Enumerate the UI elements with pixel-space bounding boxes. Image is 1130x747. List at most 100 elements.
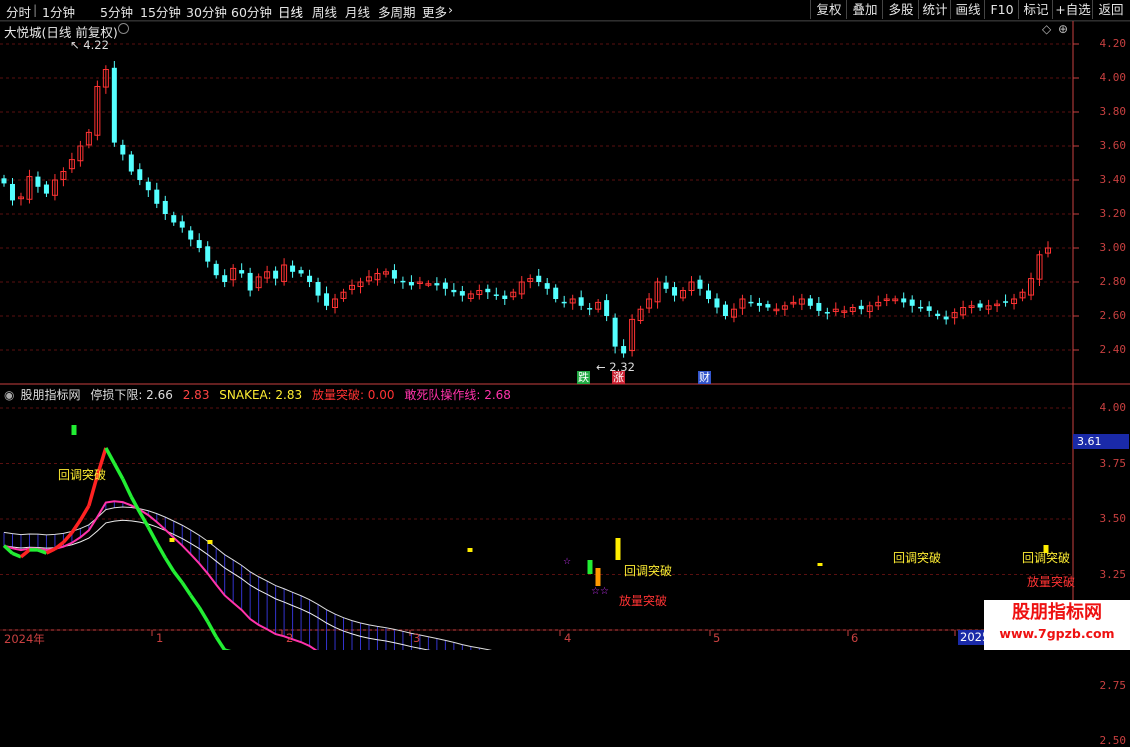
snake-line-segment [123,479,131,497]
candle-body-down [10,184,15,200]
snake-line-segment [182,583,190,596]
high-price-label: ↖ 4.22 [70,38,109,52]
star-icon: ☆ [563,557,571,567]
candle-body-down [918,307,923,309]
price-tick-label: 4.20 [1100,37,1127,50]
snake-line-segment [165,558,173,572]
pullback-breakout-label-4: 回调突破 [1022,549,1070,566]
diamond-icon[interactable]: ◇ [1042,22,1051,36]
date-label-month: 5 [713,631,720,645]
candle-body-down [553,288,558,299]
volume-breakout-value: 放量突破: 0.00 [312,388,395,402]
candle-body-down [434,283,439,285]
candle-body-down [935,314,940,316]
indicator-name[interactable]: 股朋指标网 [20,388,80,402]
watermark-url: www.7gpzb.com [984,626,1130,642]
indicator-tick-label: 3.75 [1100,457,1127,470]
candle-body-down [35,177,40,187]
event-mark-down[interactable]: 跌 [577,371,590,384]
pullback-breakout-label-3: 回调突破 [893,549,941,566]
candle-body-down [188,230,193,239]
candle-body-down [205,246,210,261]
candle-body-down [901,298,906,302]
crosshair-icon[interactable]: ⊕ [1058,22,1068,36]
signal-bar [170,538,175,542]
price-tick-label: 3.80 [1100,105,1127,118]
date-label-month: 6 [851,631,858,645]
candle-body-down [146,182,151,191]
price-tick-label: 2.60 [1100,309,1127,322]
candlestick-series [2,61,1051,358]
price-tick-label: 2.80 [1100,275,1127,288]
candle-body-down [698,280,703,289]
snake-line-segment [174,571,182,582]
dare-line [4,501,1048,650]
candle-body-down [137,169,142,180]
event-mark-finance[interactable]: 财 [698,371,711,384]
candle-body-down [927,306,932,311]
snake-line-segment [80,506,88,520]
candle-body-down [460,291,465,296]
date-label-month: 2 [286,631,293,645]
snake-line-segment [199,607,207,621]
date-label-month: 4 [564,631,571,645]
candle-body-down [290,266,295,272]
snake-line-segment [148,527,156,543]
event-mark-up[interactable]: 涨 [612,371,625,384]
candle-body-down [621,346,626,353]
candle-body-down [765,304,770,307]
candle-body-down [757,303,762,306]
price-tick-label: 3.60 [1100,139,1127,152]
star-icon: ☆☆ [591,586,609,597]
candle-body-down [299,270,304,273]
indicator-value-2: 2.83 [183,388,210,402]
signal-bar [588,560,593,574]
candle-body-down [859,306,864,309]
candle-body-down [214,264,219,275]
indicator-toggle-icon[interactable]: ◉ [4,388,14,402]
indicator-legend: ◉股朋指标网 停损下限: 2.66 2.83 SNAKEA: 2.83 放量突破… [4,386,517,403]
volume-breakout-label-2: 放量突破 [1027,573,1075,590]
watermark-title: 股朋指标网 [984,600,1130,626]
snake-line-segment [63,533,71,543]
price-tick-label: 4.00 [1100,71,1127,84]
date-label-month: 3 [413,631,420,645]
signal-bar [72,425,77,435]
price-tick-label: 3.40 [1100,173,1127,186]
stop-loss-value: 停损下限: 2.66 [90,388,173,402]
candle-body-down [714,298,719,307]
indicator-tick-label: 2.50 [1100,734,1127,747]
candle-body-down [443,283,448,289]
candle-body-down [579,297,584,306]
signal-bar [468,548,473,552]
candle-body-down [808,298,813,305]
candle-body-down [545,283,550,289]
candle-body-down [502,296,507,299]
candle-body-down [672,287,677,296]
signal-bar [596,568,601,586]
snake-line-segment [21,550,29,557]
watermark-logo: 股朋指标网 www.7gpzb.com [984,600,1130,650]
date-label-month: 1 [156,631,163,645]
indicator-tick-label: 3.50 [1100,512,1127,525]
date-label-start: 2024年 [4,631,45,647]
dare-line-value: 敢死队操作线: 2.68 [404,388,511,402]
circle-chevron-icon[interactable] [118,23,129,34]
snake-line-segment [114,463,122,479]
candle-body-down [324,293,329,305]
candle-body-down [910,300,915,306]
indicator-tick-label: 4.00 [1100,401,1127,414]
price-tick-label: 3.20 [1100,207,1127,220]
candle-body-down [613,318,618,347]
candle-body-down [536,276,541,282]
pullback-breakout-label-2: 回调突破 [624,562,672,579]
snake-line-segment [12,553,20,556]
candle-body-down [944,317,949,320]
candle-body-down [494,294,499,296]
snake-line-segment [191,595,199,607]
candle-body-down [706,291,711,300]
candle-body-down [44,185,49,194]
candle-body-down [112,68,117,143]
indicator-series [4,425,1049,650]
price-tick-label: 2.40 [1100,343,1127,356]
